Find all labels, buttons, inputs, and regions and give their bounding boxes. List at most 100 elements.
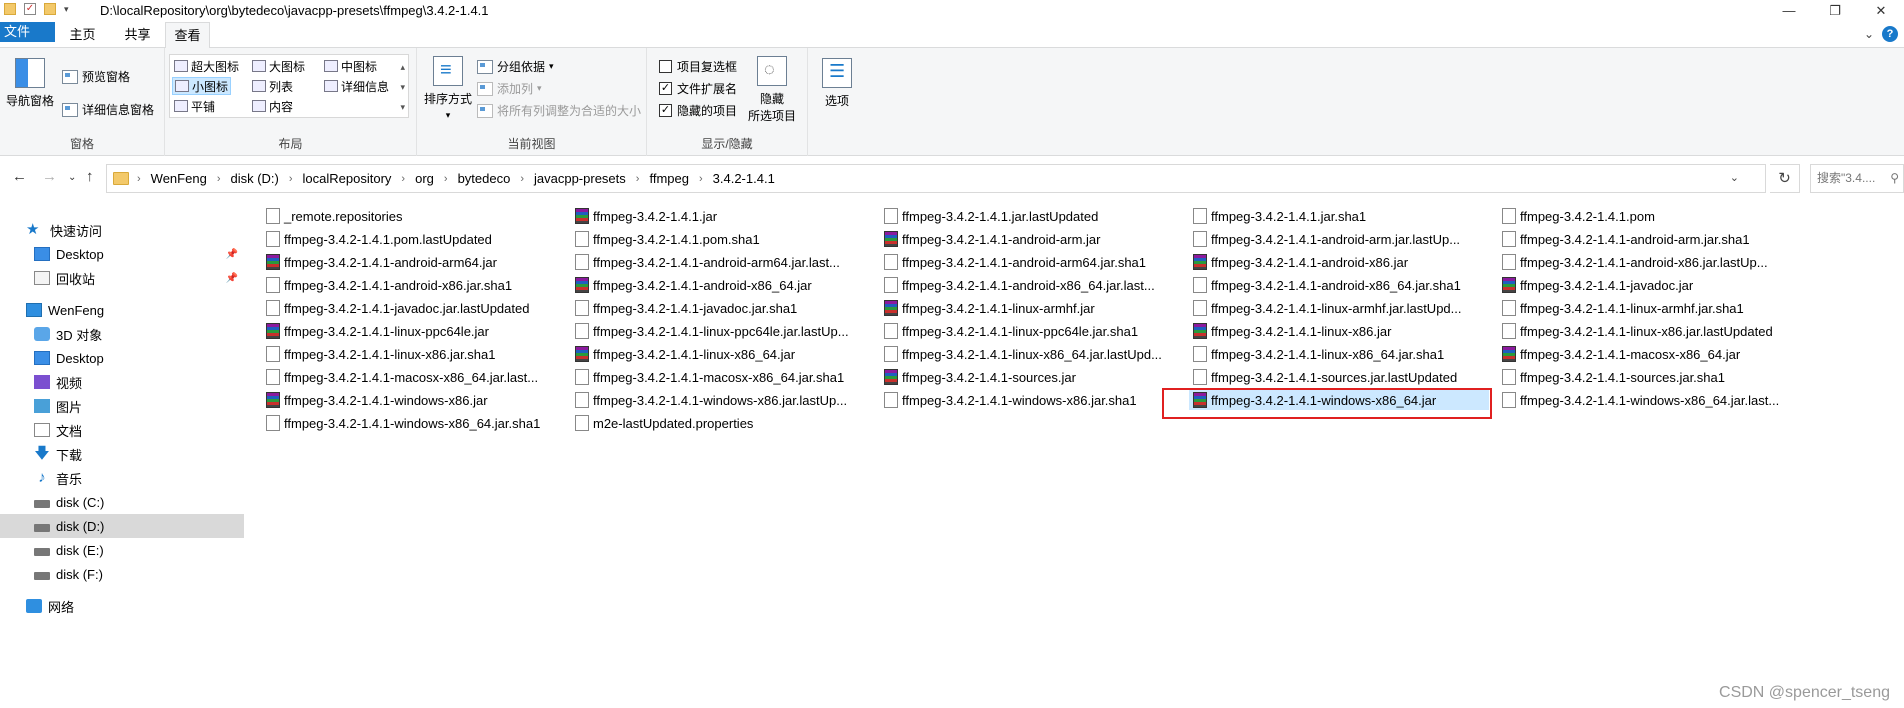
item-checkboxes-checkbox[interactable] bbox=[659, 60, 672, 73]
pin-icon[interactable]: 📌 bbox=[226, 273, 238, 284]
layout-tiles[interactable]: 平铺 bbox=[172, 97, 217, 115]
file-item[interactable]: ffmpeg-3.4.2-1.4.1-android-arm64.jar bbox=[262, 252, 562, 272]
address-bar[interactable]: › WenFeng › disk (D:) › localRepository … bbox=[106, 164, 1766, 193]
file-item[interactable]: ffmpeg-3.4.2-1.4.1.pom bbox=[1498, 206, 1798, 226]
breadcrumb-version[interactable]: 3.4.2-1.4.1 bbox=[713, 171, 775, 186]
file-item[interactable]: ffmpeg-3.4.2-1.4.1-android-arm.jar bbox=[880, 229, 1180, 249]
file-item[interactable]: ffmpeg-3.4.2-1.4.1-linux-x86.jar.sha1 bbox=[262, 344, 562, 364]
item-checkboxes-toggle[interactable]: 项目复选框 bbox=[659, 58, 737, 75]
file-item[interactable]: ffmpeg-3.4.2-1.4.1-android-arm.jar.lastU… bbox=[1189, 229, 1489, 249]
file-item[interactable]: ffmpeg-3.4.2-1.4.1-android-x86.jar.lastU… bbox=[1498, 252, 1798, 272]
new-folder-icon[interactable] bbox=[44, 3, 56, 15]
breadcrumb-separator-icon[interactable]: › bbox=[520, 173, 524, 185]
file-item[interactable]: ffmpeg-3.4.2-1.4.1-android-x86_64.jar bbox=[571, 275, 871, 295]
file-item[interactable]: ffmpeg-3.4.2-1.4.1-sources.jar.lastUpdat… bbox=[1189, 367, 1489, 387]
details-pane-button[interactable]: 详细信息窗格 bbox=[62, 101, 154, 118]
help-icon[interactable]: ? bbox=[1882, 26, 1898, 42]
preview-pane-button[interactable]: 预览窗格 bbox=[62, 68, 130, 85]
file-item[interactable]: ffmpeg-3.4.2-1.4.1-javadoc.jar.sha1 bbox=[571, 298, 871, 318]
file-item[interactable]: ffmpeg-3.4.2-1.4.1-windows-x86.jar.lastU… bbox=[571, 390, 871, 410]
breadcrumb-separator-icon[interactable]: › bbox=[444, 173, 448, 185]
breadcrumb-bytedeco[interactable]: bytedeco bbox=[458, 171, 511, 186]
breadcrumb-separator-icon[interactable]: › bbox=[217, 173, 221, 185]
tab-view[interactable]: 查看 bbox=[165, 22, 210, 49]
close-button[interactable]: ✕ bbox=[1858, 0, 1904, 22]
sidebar-item-music[interactable]: ♪ 音乐 bbox=[0, 466, 244, 490]
file-item[interactable]: ffmpeg-3.4.2-1.4.1-windows-x86.jar.sha1 bbox=[880, 390, 1180, 410]
layout-list[interactable]: 列表 bbox=[250, 77, 295, 95]
layout-small[interactable]: 小图标 bbox=[172, 77, 232, 95]
breadcrumb-wenfeng[interactable]: WenFeng bbox=[151, 171, 207, 186]
layout-details[interactable]: 详细信息 bbox=[322, 77, 391, 95]
sidebar-item-documents[interactable]: 文档 bbox=[0, 418, 244, 442]
sidebar-item-videos[interactable]: 视频 bbox=[0, 370, 244, 394]
pin-icon[interactable]: 📌 bbox=[226, 249, 238, 260]
sidebar-item-3d-objects[interactable]: 3D 对象 bbox=[0, 322, 244, 346]
file-item[interactable]: ffmpeg-3.4.2-1.4.1-linux-x86_64.jar.last… bbox=[880, 344, 1180, 364]
sidebar-item-pictures[interactable]: 图片 bbox=[0, 394, 244, 418]
file-extensions-toggle[interactable]: ✓ 文件扩展名 bbox=[659, 80, 737, 97]
tab-home[interactable]: 主页 bbox=[55, 22, 110, 48]
hidden-items-checkbox[interactable]: ✓ bbox=[659, 104, 672, 117]
breadcrumb-local-repository[interactable]: localRepository bbox=[303, 171, 392, 186]
file-item[interactable]: ffmpeg-3.4.2-1.4.1-linux-armhf.jar bbox=[880, 298, 1180, 318]
sidebar-item-downloads[interactable]: 🡇 下载 bbox=[0, 442, 244, 466]
file-item[interactable]: ffmpeg-3.4.2-1.4.1-windows-x86_64.jar.sh… bbox=[262, 413, 562, 433]
layout-extra-large[interactable]: 超大图标 bbox=[172, 57, 241, 75]
minimize-button[interactable]: — bbox=[1766, 0, 1812, 22]
layout-medium[interactable]: 中图标 bbox=[322, 57, 379, 75]
file-item[interactable]: ffmpeg-3.4.2-1.4.1.pom.sha1 bbox=[571, 229, 871, 249]
chevron-down-icon[interactable]: ⌄ bbox=[1864, 27, 1874, 41]
breadcrumb-separator-icon[interactable]: › bbox=[289, 173, 293, 185]
refresh-button[interactable]: ↻ bbox=[1770, 164, 1800, 193]
tab-file[interactable]: 文件 bbox=[0, 22, 55, 42]
file-item[interactable]: ffmpeg-3.4.2-1.4.1-android-arm64.jar.sha… bbox=[880, 252, 1180, 272]
file-item[interactable]: ffmpeg-3.4.2-1.4.1-linux-armhf.jar.sha1 bbox=[1498, 298, 1798, 318]
file-item[interactable]: ffmpeg-3.4.2-1.4.1-windows-x86_64.jar.la… bbox=[1498, 390, 1798, 410]
sidebar-item-desktop[interactable]: Desktop bbox=[0, 346, 244, 370]
breadcrumb-separator-icon[interactable]: › bbox=[636, 173, 640, 185]
search-input[interactable]: 搜索"3.4.... ⚲ bbox=[1810, 164, 1904, 193]
file-extensions-checkbox[interactable]: ✓ bbox=[659, 82, 672, 95]
sidebar-item-network[interactable]: 网络 bbox=[0, 594, 244, 618]
nav-pane-button[interactable]: 导航窗格 bbox=[6, 58, 54, 109]
file-item[interactable]: ffmpeg-3.4.2-1.4.1-javadoc.jar.lastUpdat… bbox=[262, 298, 562, 318]
file-item[interactable]: ffmpeg-3.4.2-1.4.1-android-x86.jar bbox=[1189, 252, 1489, 272]
file-item[interactable]: ffmpeg-3.4.2-1.4.1-android-arm.jar.sha1 bbox=[1498, 229, 1798, 249]
group-by-button[interactable]: 分组依据 ▾ bbox=[477, 58, 554, 75]
file-item[interactable]: ffmpeg-3.4.2-1.4.1-windows-x86.jar bbox=[262, 390, 562, 410]
up-arrow-icon[interactable]: ↑ bbox=[86, 168, 94, 185]
file-item[interactable]: ffmpeg-3.4.2-1.4.1.jar bbox=[571, 206, 871, 226]
forward-arrow-icon[interactable]: → bbox=[42, 168, 57, 185]
file-item[interactable]: ffmpeg-3.4.2-1.4.1-linux-x86.jar.lastUpd… bbox=[1498, 321, 1798, 341]
sidebar-item-disk-d[interactable]: disk (D:) bbox=[0, 514, 244, 538]
layout-content[interactable]: 内容 bbox=[250, 97, 295, 115]
hidden-items-toggle[interactable]: ✓ 隐藏的项目 bbox=[659, 102, 737, 119]
file-item[interactable]: ffmpeg-3.4.2-1.4.1-linux-armhf.jar.lastU… bbox=[1189, 298, 1489, 318]
sidebar-item-disk-e[interactable]: disk (E:) bbox=[0, 538, 244, 562]
add-columns-button[interactable]: 添加列 ▾ bbox=[477, 80, 542, 97]
options-button[interactable]: 选项 bbox=[814, 58, 860, 109]
size-all-columns-button[interactable]: 将所有列调整为合适的大小 bbox=[477, 102, 641, 119]
file-item[interactable]: ffmpeg-3.4.2-1.4.1-linux-ppc64le.jar bbox=[262, 321, 562, 341]
maximize-button[interactable]: ❐ bbox=[1812, 0, 1858, 22]
file-item[interactable]: ffmpeg-3.4.2-1.4.1-macosx-x86_64.jar.sha… bbox=[571, 367, 871, 387]
file-item[interactable]: ffmpeg-3.4.2-1.4.1-linux-ppc64le.jar.las… bbox=[571, 321, 871, 341]
sidebar-item-disk-f[interactable]: disk (F:) bbox=[0, 562, 244, 586]
breadcrumb-ffmpeg[interactable]: ffmpeg bbox=[649, 171, 689, 186]
breadcrumb-javacpp-presets[interactable]: javacpp-presets bbox=[534, 171, 626, 186]
file-item[interactable]: ffmpeg-3.4.2-1.4.1-android-arm64.jar.las… bbox=[571, 252, 871, 272]
breadcrumb-org[interactable]: org bbox=[415, 171, 434, 186]
breadcrumb-disk-d[interactable]: disk (D:) bbox=[230, 171, 278, 186]
file-item[interactable]: ffmpeg-3.4.2-1.4.1-macosx-x86_64.jar bbox=[1498, 344, 1798, 364]
file-item[interactable]: ffmpeg-3.4.2-1.4.1-javadoc.jar bbox=[1498, 275, 1798, 295]
file-item[interactable]: ffmpeg-3.4.2-1.4.1-linux-x86_64.jar.sha1 bbox=[1189, 344, 1489, 364]
gallery-scroll-icon[interactable]: ▴ ▾ ▾ bbox=[400, 57, 405, 117]
sidebar-item-this-pc[interactable]: WenFeng bbox=[0, 298, 244, 322]
file-item[interactable]: ffmpeg-3.4.2-1.4.1-sources.jar bbox=[880, 367, 1180, 387]
properties-icon[interactable]: ✓ bbox=[24, 3, 36, 15]
hide-selected-button[interactable]: 隐藏 所选项目 bbox=[745, 56, 799, 124]
breadcrumb-separator-icon[interactable]: › bbox=[137, 173, 141, 185]
file-item[interactable]: ffmpeg-3.4.2-1.4.1-android-x86.jar.sha1 bbox=[262, 275, 562, 295]
file-item[interactable]: ffmpeg-3.4.2-1.4.1.pom.lastUpdated bbox=[262, 229, 562, 249]
